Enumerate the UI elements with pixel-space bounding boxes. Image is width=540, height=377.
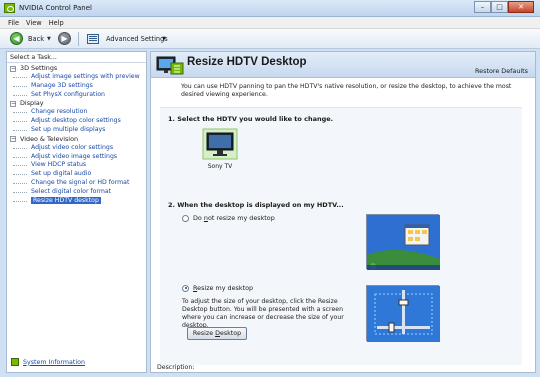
- maximize-button[interactable]: □: [491, 1, 508, 13]
- task-digital-audio[interactable]: Set up digital audio: [7, 170, 146, 179]
- task-multiple-displays[interactable]: Set up multiple displays: [7, 126, 146, 135]
- page-description: You can use HDTV panning to pan the HDTV…: [181, 83, 512, 98]
- menu-file[interactable]: File: [5, 17, 23, 28]
- no-resize-preview-image: [366, 214, 440, 270]
- resize-preview-image: [366, 285, 440, 342]
- category-display[interactable]: − Display: [7, 99, 146, 108]
- description-label: Description:: [157, 364, 195, 371]
- hdtv-page-icon: [156, 56, 184, 75]
- back-dropdown-icon[interactable]: ▼: [47, 36, 51, 42]
- task-panel: Select a Task... − 3D Settings Adjust im…: [6, 51, 147, 373]
- back-button[interactable]: ◀ Back ▼: [10, 32, 51, 45]
- task-manage-3d-settings[interactable]: Manage 3D settings: [7, 82, 146, 91]
- category-label: 3D Settings: [20, 64, 58, 72]
- task-adjust-image-settings[interactable]: Adjust image settings with preview: [7, 73, 146, 82]
- back-arrow-icon: ◀: [10, 32, 23, 45]
- toolbar-separator: [78, 32, 79, 46]
- task-hdcp-status[interactable]: View HDCP status: [7, 161, 146, 170]
- window-controls: – □ ✕: [474, 1, 534, 14]
- forward-arrow-icon: ▶: [58, 32, 71, 45]
- menu-help[interactable]: Help: [46, 17, 68, 28]
- close-button[interactable]: ✕: [508, 1, 534, 13]
- advanced-settings-icon[interactable]: [87, 34, 99, 44]
- option-do-not-resize[interactable]: Do not resize my desktop: [182, 214, 275, 222]
- category-3d-settings[interactable]: − 3D Settings: [7, 64, 146, 73]
- collapse-icon[interactable]: −: [10, 65, 16, 72]
- do-not-resize-radio[interactable]: [182, 214, 189, 222]
- task-video-image[interactable]: Adjust video image settings: [7, 153, 146, 162]
- back-label: Back: [28, 34, 45, 43]
- resize-label: Resize my desktop: [193, 284, 254, 292]
- task-adjust-desktop-color[interactable]: Adjust desktop color settings: [7, 117, 146, 126]
- step-2-heading: 2. When the desktop is displayed on my H…: [168, 201, 344, 209]
- system-information-link[interactable]: System Information: [11, 358, 85, 366]
- nvidia-logo-icon: [4, 3, 15, 13]
- advanced-settings-button[interactable]: Advanced Settings: [106, 35, 168, 43]
- content-header: Resize HDTV Desktop Restore Defaults: [151, 52, 535, 78]
- task-change-resolution[interactable]: Change resolution: [7, 108, 146, 117]
- maximize-icon: □: [496, 3, 503, 11]
- tv-name-label: Sony TV: [207, 163, 233, 170]
- minimize-icon: –: [480, 3, 485, 11]
- category-video-television[interactable]: − Video & Television: [7, 135, 146, 144]
- window-title: NVIDIA Control Panel: [19, 4, 92, 12]
- desktop-preview-icon: [367, 215, 440, 270]
- page-title: Resize HDTV Desktop: [187, 56, 307, 68]
- category-label: Display: [20, 99, 44, 108]
- task-video-color[interactable]: Adjust video color settings: [7, 144, 146, 153]
- task-panel-header: Select a Task...: [7, 52, 146, 63]
- collapse-icon[interactable]: −: [10, 100, 16, 107]
- tv-icon: [202, 128, 238, 160]
- do-not-resize-label: Do not resize my desktop: [193, 214, 275, 222]
- task-signal-hd-format[interactable]: Change the signal or HD format: [7, 179, 146, 188]
- collapse-icon[interactable]: −: [10, 136, 16, 143]
- toolbar: ◀ Back ▼ ▶ Advanced Settings ▼: [0, 29, 540, 49]
- category-label: Video & Television: [20, 134, 79, 143]
- resize-sliders-preview-icon: [367, 286, 440, 342]
- restore-defaults-link[interactable]: Restore Defaults: [475, 67, 528, 75]
- advanced-settings-dropdown-icon[interactable]: ▼: [162, 36, 166, 42]
- content-panel: Resize HDTV Desktop Restore Defaults You…: [150, 51, 536, 373]
- option-resize[interactable]: Resize my desktop: [182, 284, 253, 292]
- system-information-label: System Information: [23, 358, 85, 366]
- close-icon: ✕: [518, 3, 524, 11]
- resize-description: To adjust the size of your desktop, clic…: [182, 298, 344, 329]
- forward-button[interactable]: ▶: [58, 32, 71, 45]
- resize-radio[interactable]: [182, 284, 189, 292]
- task-digital-color-format[interactable]: Select digital color format: [7, 188, 146, 197]
- minimize-button[interactable]: –: [474, 1, 491, 13]
- settings-section: 1. Select the HDTV you would like to cha…: [160, 107, 522, 365]
- hdtv-selector[interactable]: [202, 126, 238, 162]
- task-set-physx[interactable]: Set PhysX configuration: [7, 91, 146, 100]
- resize-desktop-button[interactable]: Resize Desktop: [187, 327, 247, 340]
- menu-bar: File View Help: [0, 17, 540, 29]
- title-bar: NVIDIA Control Panel – □ ✕: [0, 0, 540, 17]
- task-tree: − 3D Settings Adjust image settings with…: [7, 63, 146, 205]
- task-resize-hdtv-desktop[interactable]: Resize HDTV desktop: [7, 196, 146, 206]
- step-1-heading: 1. Select the HDTV you would like to cha…: [168, 115, 334, 123]
- system-info-icon: [11, 358, 19, 366]
- menu-view[interactable]: View: [23, 17, 46, 28]
